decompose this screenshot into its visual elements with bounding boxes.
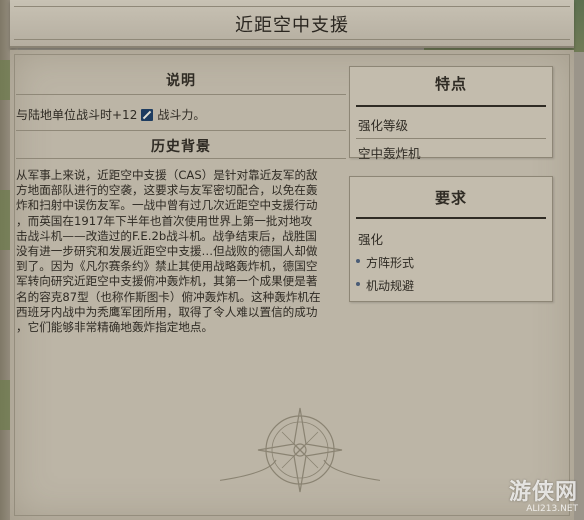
description-text-after: 战斗力。 <box>157 108 206 122</box>
description-heading: 说明 <box>166 73 196 89</box>
history-line: 炸和扫射中误伤友军。一战中曾有过几次近距空中支援行动 <box>16 198 318 213</box>
history-line: 名的容克87型（也称作斯图卡）俯冲轰炸机。这种轰炸机在 <box>16 289 321 304</box>
features-divider <box>356 138 546 139</box>
requirements-rule <box>356 217 546 219</box>
history-line: 从军事上来说，近距空中支援（CAS）是针对靠近友军的敌 <box>16 168 318 182</box>
features-heading: 特点 <box>434 75 467 93</box>
history-line: 军转向研究近距空中支援俯冲轰炸机，其第一个成果便是著 <box>16 274 318 289</box>
bullet-icon <box>356 282 360 286</box>
requirement-item[interactable]: 机动规避 <box>350 277 552 294</box>
divider <box>16 158 346 159</box>
watermark: 游侠网 ALI213.NET <box>509 474 578 514</box>
bullet-icon <box>356 259 360 263</box>
title-bar: 近距空中支援 <box>10 0 574 48</box>
requirements-heading: 要求 <box>434 189 467 207</box>
history-line: 西班牙内战中为秃鹰军团所用，取得了令人难以置信的成功 <box>16 304 318 319</box>
history-line: 击战斗机——改造过的F.E.2b战斗机。战争结束后，战胜国 <box>16 228 317 243</box>
history-line: ，而英国在1917年下半年也首次使用世界上第一批对地攻 <box>16 213 313 228</box>
history-line: 没有进一步研究和发展近距空中支援…但战败的德国人却做 <box>16 244 318 259</box>
description-text: 与陆地单位战斗时+12 战斗力。 <box>16 106 205 123</box>
features-rule <box>356 105 546 107</box>
sword-icon <box>141 109 154 121</box>
history-line: 到了。因为《凡尔赛条约》禁止其使用战略轰炸机，德国空 <box>16 259 318 274</box>
features-label: 强化等级 <box>358 118 409 133</box>
requirements-label: 强化 <box>358 232 384 247</box>
history-line: 方地面部队进行的空袭，这要求与友军密切配合，以免在轰 <box>16 183 318 198</box>
description-text-before: 与陆地单位战斗时+12 <box>16 108 138 122</box>
history-text: 从军事上来说，近距空中支援（CAS）是针对靠近友军的敌 方地面部队进行的空袭，这… <box>16 168 346 335</box>
divider <box>16 130 346 131</box>
history-heading: 历史背景 <box>151 139 211 155</box>
divider <box>16 94 346 95</box>
features-value: 空中轰炸机 <box>358 146 421 161</box>
watermark-logo: 游侠网 <box>508 480 578 505</box>
requirement-label: 方阵形式 <box>366 256 415 270</box>
requirement-label: 机动规避 <box>366 279 415 293</box>
features-box: 特点 强化等级 空中轰炸机 <box>349 66 553 161</box>
promotion-panel: 说明 与陆地单位战斗时+12 战斗力。 历史背景 从军事上来说，近距空中支援（CA… <box>10 50 574 520</box>
requirements-box: 要求 强化 方阵形式 机动规避 <box>349 176 553 302</box>
compass-rose-icon <box>220 407 380 493</box>
page-title: 近距空中支援 <box>235 15 349 36</box>
history-line: ，它们能够非常精确地轰炸指定地点。 <box>16 320 214 335</box>
requirement-item[interactable]: 方阵形式 <box>350 254 552 271</box>
